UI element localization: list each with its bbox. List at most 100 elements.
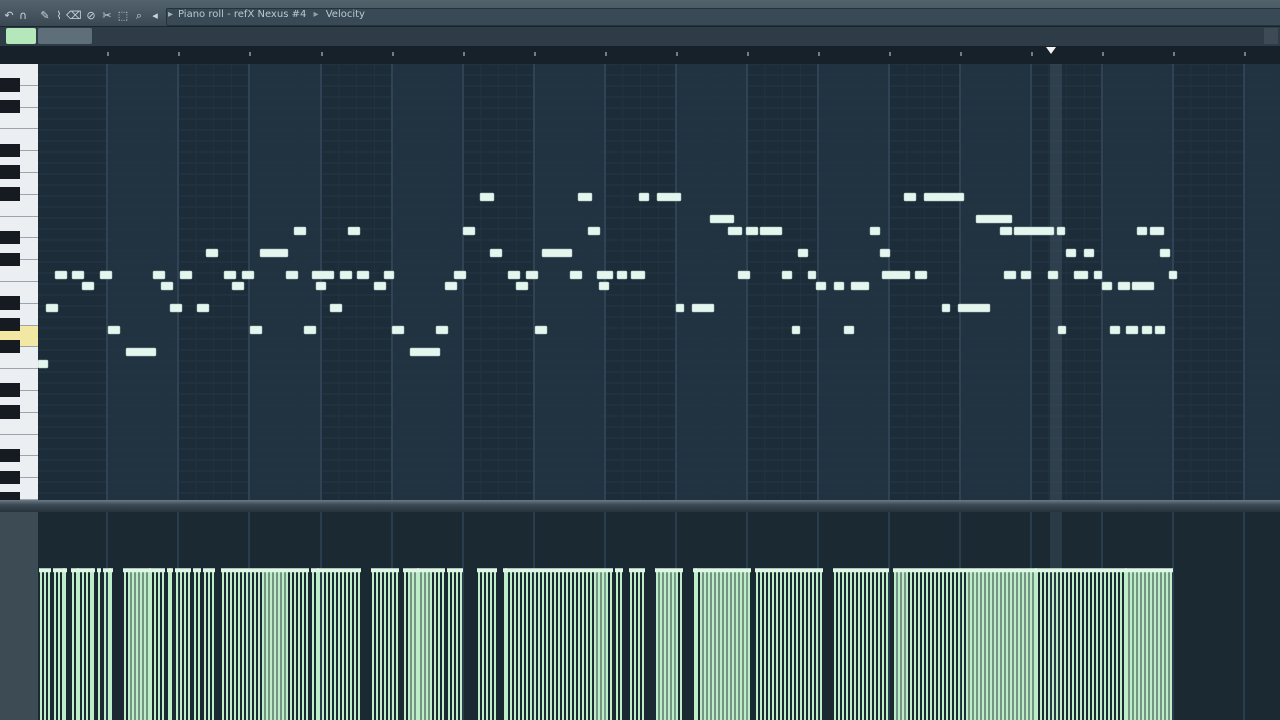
velocity-handle[interactable] xyxy=(1083,568,1087,573)
velocity-stem[interactable] xyxy=(1092,570,1094,720)
velocity-handle[interactable] xyxy=(549,568,553,573)
velocity-stem[interactable] xyxy=(430,570,432,720)
velocity-handle[interactable] xyxy=(81,568,85,573)
black-key[interactable] xyxy=(0,470,20,485)
velocity-handle[interactable] xyxy=(949,568,953,573)
velocity-handle[interactable] xyxy=(819,568,823,573)
velocity-stem[interactable] xyxy=(76,570,78,720)
velocity-stem[interactable] xyxy=(590,570,592,720)
velocity-stem[interactable] xyxy=(846,570,848,720)
note[interactable] xyxy=(691,303,715,313)
velocity-handle[interactable] xyxy=(237,568,241,573)
velocity-handle[interactable] xyxy=(921,568,925,573)
velocity-stem[interactable] xyxy=(616,570,618,720)
velocity-stem[interactable] xyxy=(602,570,604,720)
note[interactable] xyxy=(1020,270,1032,280)
velocity-handle[interactable] xyxy=(1009,568,1013,573)
black-key[interactable] xyxy=(0,230,20,245)
note[interactable] xyxy=(727,226,743,236)
velocity-stem[interactable] xyxy=(526,570,528,720)
velocity-handle[interactable] xyxy=(841,568,845,573)
velocity-stem[interactable] xyxy=(388,570,390,720)
black-key[interactable] xyxy=(0,187,20,201)
velocity-handle[interactable] xyxy=(1047,568,1051,573)
velocity-handle[interactable] xyxy=(311,568,315,573)
velocity-stem[interactable] xyxy=(708,570,710,720)
velocity-stem[interactable] xyxy=(176,570,178,720)
velocity-handle[interactable] xyxy=(455,568,459,573)
velocity-stem[interactable] xyxy=(566,570,568,720)
note[interactable] xyxy=(1109,325,1121,335)
velocity-stem[interactable] xyxy=(610,570,612,720)
velocity-handle[interactable] xyxy=(1067,568,1071,573)
velocity-stem[interactable] xyxy=(696,570,698,720)
velocity-handle[interactable] xyxy=(225,568,229,573)
velocity-stem[interactable] xyxy=(1040,570,1042,720)
velocity-handle[interactable] xyxy=(1029,568,1033,573)
velocity-stem[interactable] xyxy=(760,570,762,720)
velocity-handle[interactable] xyxy=(149,568,153,573)
velocity-stem[interactable] xyxy=(514,570,516,720)
velocity-stem[interactable] xyxy=(1158,570,1160,720)
velocity-stem[interactable] xyxy=(1126,570,1128,720)
velocity-handle[interactable] xyxy=(1001,568,1005,573)
velocity-stem[interactable] xyxy=(820,570,822,720)
velocity-stem[interactable] xyxy=(792,570,794,720)
velocity-handle[interactable] xyxy=(977,568,981,573)
velocity-handle[interactable] xyxy=(917,568,921,573)
playhead-marker[interactable] xyxy=(1046,47,1056,54)
note[interactable] xyxy=(99,270,113,280)
velocity-handle[interactable] xyxy=(1125,568,1129,573)
velocity-handle[interactable] xyxy=(1161,568,1165,573)
note[interactable] xyxy=(1154,325,1166,335)
velocity-handle[interactable] xyxy=(429,568,433,573)
velocity-stem[interactable] xyxy=(970,570,972,720)
note[interactable] xyxy=(71,270,85,280)
velocity-handle[interactable] xyxy=(371,568,375,573)
delete-icon[interactable]: ⌫ xyxy=(66,9,82,23)
velocity-handle[interactable] xyxy=(727,568,731,573)
note[interactable] xyxy=(843,325,855,335)
velocity-stem[interactable] xyxy=(982,570,984,720)
velocity-stem[interactable] xyxy=(676,570,678,720)
velocity-stem[interactable] xyxy=(1112,570,1114,720)
velocity-handle[interactable] xyxy=(349,568,353,573)
velocity-stem[interactable] xyxy=(1100,570,1102,720)
velocity-handle[interactable] xyxy=(91,568,95,573)
velocity-stem[interactable] xyxy=(452,570,454,720)
velocity-stem[interactable] xyxy=(90,570,92,720)
note[interactable] xyxy=(596,270,614,280)
velocity-stem[interactable] xyxy=(140,570,142,720)
velocity-stem[interactable] xyxy=(966,570,968,720)
velocity-handle[interactable] xyxy=(493,568,497,573)
velocity-handle[interactable] xyxy=(333,568,337,573)
velocity-handle[interactable] xyxy=(667,568,671,573)
velocity-handle[interactable] xyxy=(179,568,183,573)
velocity-handle[interactable] xyxy=(221,568,225,573)
velocity-stem[interactable] xyxy=(258,570,260,720)
magnet-icon[interactable]: ∩ xyxy=(16,9,30,23)
velocity-stem[interactable] xyxy=(478,570,480,720)
velocity-handle[interactable] xyxy=(281,568,285,573)
velocity-handle[interactable] xyxy=(945,568,949,573)
velocity-handle[interactable] xyxy=(637,568,641,573)
note[interactable] xyxy=(791,325,801,335)
velocity-stem[interactable] xyxy=(530,570,532,720)
velocity-stem[interactable] xyxy=(906,570,908,720)
select-icon[interactable]: ⬚ xyxy=(116,9,130,23)
velocity-handle[interactable] xyxy=(77,568,81,573)
velocity-stem[interactable] xyxy=(716,570,718,720)
velocity-stem[interactable] xyxy=(1142,570,1144,720)
velocity-handle[interactable] xyxy=(601,568,605,573)
note[interactable] xyxy=(587,226,601,236)
velocity-handle[interactable] xyxy=(865,568,869,573)
velocity-stem[interactable] xyxy=(558,570,560,720)
velocity-stem[interactable] xyxy=(954,570,956,720)
velocity-stem[interactable] xyxy=(854,570,856,720)
velocity-stem[interactable] xyxy=(48,570,50,720)
velocity-stem[interactable] xyxy=(208,570,210,720)
velocity-handle[interactable] xyxy=(565,568,569,573)
timeline-ruler[interactable] xyxy=(0,46,1280,65)
note[interactable] xyxy=(833,281,845,291)
velocity-stem[interactable] xyxy=(98,570,100,720)
